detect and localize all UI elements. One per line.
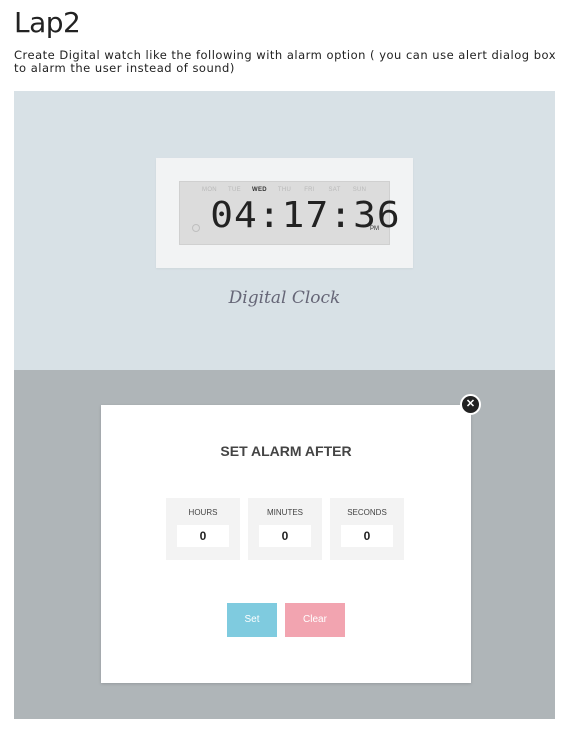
day-mon: MON [202,187,217,193]
modal-buttons: Set Clear [227,603,345,637]
day-fri: FRI [304,187,315,193]
alarm-modal: SET ALARM AFTER HOURS 0 MINUTES 0 SECOND… [101,405,471,683]
minutes-input[interactable]: 0 [259,525,311,547]
digital-clock-image: MON TUE WED THU FRI SAT SUN 04:17:36 PM … [14,91,555,370]
clock-caption: Digital Clock [228,288,341,308]
weekday-row: MON TUE WED THU FRI SAT SUN [180,187,389,193]
bell-icon [192,224,200,232]
clock-card: MON TUE WED THU FRI SAT SUN 04:17:36 PM [156,158,413,268]
day-thu: THU [277,187,292,193]
day-sun: SUN [352,187,367,193]
day-wed: WED [252,187,267,193]
seconds-label: SECONDS [347,508,387,517]
clock-time: 04:17:36 [210,195,401,236]
seconds-input[interactable]: 0 [341,525,393,547]
alarm-dialog-image: SET ALARM AFTER HOURS 0 MINUTES 0 SECOND… [14,370,555,719]
hours-field: HOURS 0 [166,498,240,560]
ampm-indicator: PM [370,226,379,232]
day-sat: SAT [328,187,341,193]
document-title: Lap2 [14,6,81,39]
hours-input[interactable]: 0 [177,525,229,547]
seconds-field: SECONDS 0 [330,498,404,560]
close-icon[interactable]: ✕ [460,394,481,415]
set-button[interactable]: Set [227,603,277,637]
hours-label: HOURS [188,508,218,517]
day-tue: TUE [228,187,241,193]
clock-display: MON TUE WED THU FRI SAT SUN 04:17:36 PM [179,181,401,245]
minutes-field: MINUTES 0 [248,498,322,560]
minutes-label: MINUTES [267,508,303,517]
alarm-fields: HOURS 0 MINUTES 0 SECONDS 0 [166,498,404,560]
clear-button[interactable]: Clear [285,603,345,637]
modal-title: SET ALARM AFTER [220,443,352,459]
document-description: Create Digital watch like the following … [14,48,557,75]
